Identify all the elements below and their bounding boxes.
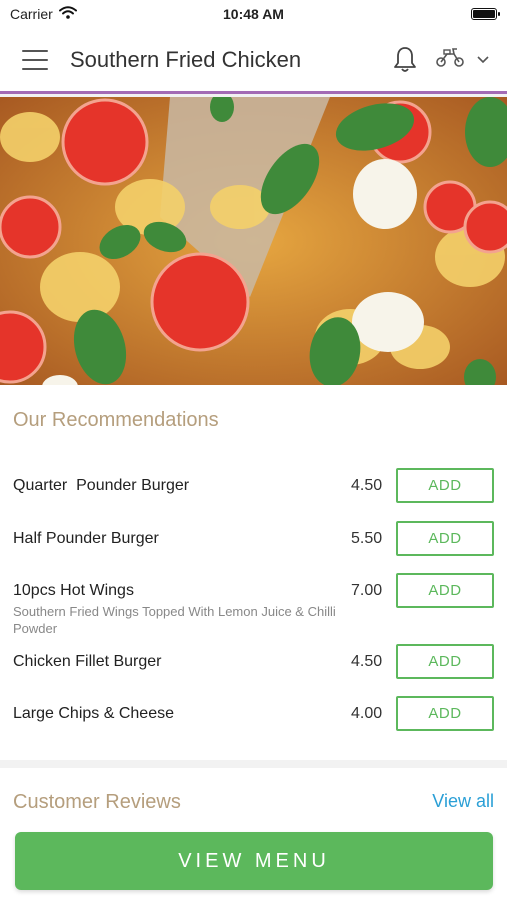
item-price: 4.00 [351,705,383,722]
item-name: 10pcs Hot Wings [13,582,134,599]
item-name: Quarter Pounder Burger [13,477,190,494]
wifi-icon [58,6,77,22]
menu-icon[interactable] [22,49,48,70]
add-button[interactable]: ADD [396,468,494,503]
view-all-link[interactable]: View all [432,791,494,812]
item-name: Large Chips & Cheese [13,705,174,722]
hero-image [0,97,507,385]
chevron-down-icon [477,51,489,69]
app-title: Southern Fried Chicken [70,46,302,72]
item-price: 4.50 [351,477,383,494]
recommendations-title: Our Recommendations [13,409,219,431]
item-description: Southern Fried Wings Topped With Lemon J… [13,604,336,636]
add-button[interactable]: ADD [396,644,494,679]
carrier-label: Carrier [10,6,53,22]
view-menu-button[interactable]: VIEW MENU [15,832,493,890]
item-name: Half Pounder Burger [13,530,159,547]
battery-icon [471,8,500,20]
bell-icon[interactable] [393,46,417,74]
app-header: Southern Fried Chicken [0,28,507,94]
add-button[interactable]: ADD [396,521,494,556]
scooter-icon [435,46,465,73]
header-icons [393,46,489,74]
add-button[interactable]: ADD [396,696,494,731]
delivery-selector[interactable] [435,46,489,73]
item-name: Chicken Fillet Burger [13,653,162,670]
item-price: 5.50 [351,530,383,547]
item-price: 4.50 [351,653,383,670]
status-bar: Carrier 10:48 AM [0,0,507,28]
item-price: 7.00 [351,582,383,599]
reviews-title: Customer Reviews [13,791,181,813]
add-button[interactable]: ADD [396,573,494,608]
recommendations-section: Our Recommendations Quarter Pounder Burg… [0,385,507,760]
status-left: Carrier [10,6,77,22]
